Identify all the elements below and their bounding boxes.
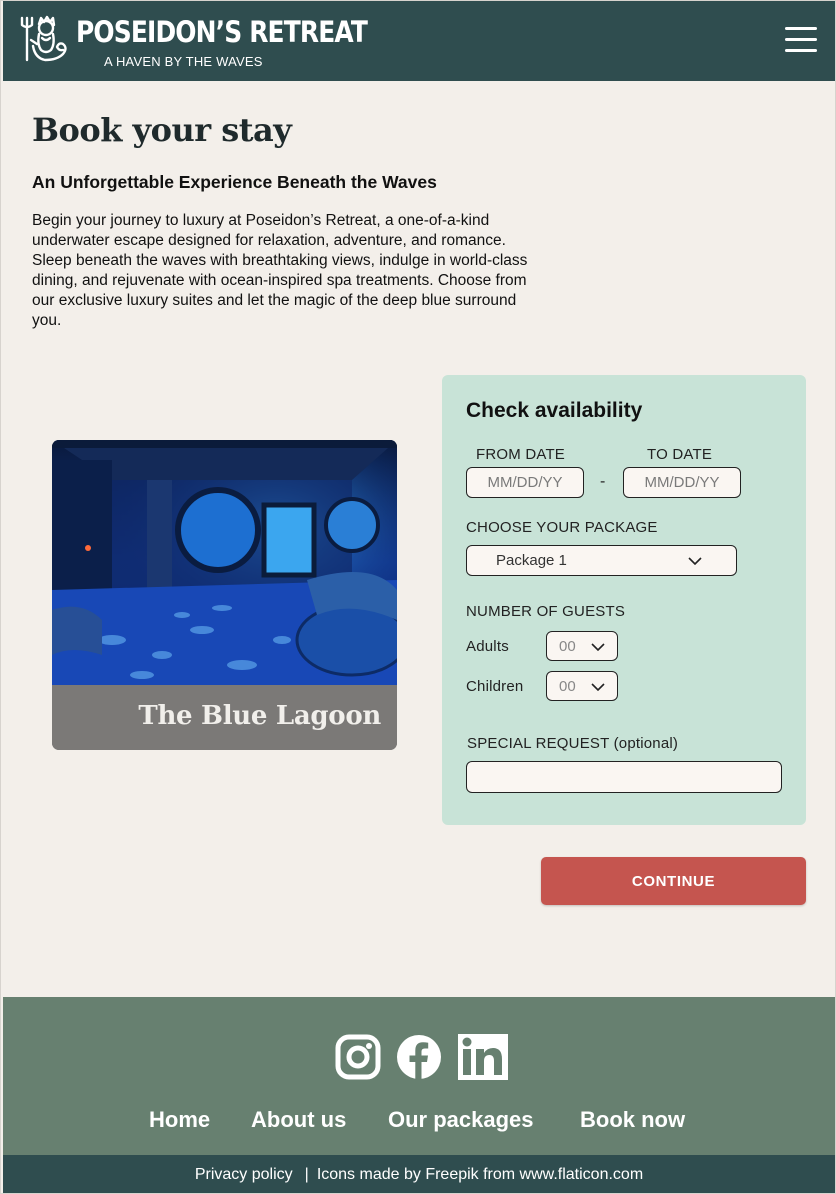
suite-caption: The Blue Lagoon xyxy=(52,685,397,750)
special-request-label: SPECIAL REQUEST (optional) xyxy=(467,735,679,752)
to-date-field[interactable]: MM/DD/YY xyxy=(623,467,741,498)
site-header: POSEIDON’S RETREAT A HAVEN BY THE WAVES xyxy=(3,1,835,81)
guests-label: NUMBER OF GUESTS xyxy=(466,603,626,620)
date-separator: - xyxy=(600,473,606,490)
suite-name: The Blue Lagoon xyxy=(138,701,381,731)
package-select-value: Package 1 xyxy=(496,552,567,569)
footer-nav-packages[interactable]: Our packages xyxy=(388,1107,534,1133)
suite-card[interactable]: The Blue Lagoon xyxy=(52,440,397,750)
privacy-policy-link[interactable]: Privacy policy xyxy=(195,1166,293,1184)
availability-title: Check availability xyxy=(466,399,643,422)
from-date-label: FROM DATE xyxy=(476,446,566,463)
availability-panel: Check availability FROM DATE TO DATE MM/… xyxy=(442,375,806,825)
suite-photo xyxy=(52,440,397,685)
poseidon-trident-icon[interactable] xyxy=(19,14,71,66)
continue-button[interactable]: CONTINUE xyxy=(541,857,806,905)
hamburger-menu-icon[interactable] xyxy=(785,25,819,55)
chevron-down-icon xyxy=(591,683,605,691)
icon-credits: Icons made by Freepik from www.flaticon.… xyxy=(316,1166,644,1183)
footer-nav-home[interactable]: Home xyxy=(149,1107,210,1133)
credits-bar: Privacy policy | Icons made by Freepik f… xyxy=(3,1155,835,1193)
package-label: CHOOSE YOUR PACKAGE xyxy=(466,519,658,536)
chevron-down-icon xyxy=(591,643,605,651)
children-select[interactable]: 00 xyxy=(546,671,618,701)
brand-title[interactable]: POSEIDON’S RETREAT xyxy=(76,15,368,49)
page-frame: POSEIDON’S RETREAT A HAVEN BY THE WAVES … xyxy=(0,0,836,1194)
instagram-icon[interactable] xyxy=(335,1034,381,1080)
chevron-down-icon xyxy=(688,557,702,565)
facebook-icon[interactable] xyxy=(396,1034,442,1080)
adults-select[interactable]: 00 xyxy=(546,631,618,661)
page-subtitle: An Unforgettable Experience Beneath the … xyxy=(32,172,437,192)
special-request-input[interactable] xyxy=(466,761,782,793)
site-footer: Home About us Our packages Book now xyxy=(3,997,835,1155)
linkedin-icon[interactable] xyxy=(458,1034,508,1080)
adults-label: Adults xyxy=(466,638,509,655)
brand-subtitle: A HAVEN BY THE WAVES xyxy=(104,54,263,69)
credits-separator: | xyxy=(304,1166,309,1183)
adults-select-value: 00 xyxy=(559,638,576,655)
from-date-field[interactable]: MM/DD/YY xyxy=(466,467,584,498)
page-title: Book your stay xyxy=(32,111,292,149)
package-select[interactable]: Package 1 xyxy=(466,545,737,576)
footer-nav-book[interactable]: Book now xyxy=(580,1107,685,1133)
intro-paragraph: Begin your journey to luxury at Poseidon… xyxy=(32,212,528,329)
children-label: Children xyxy=(466,678,524,695)
to-date-label: TO DATE xyxy=(647,446,713,463)
children-select-value: 00 xyxy=(559,678,576,695)
footer-nav-about[interactable]: About us xyxy=(251,1107,346,1133)
